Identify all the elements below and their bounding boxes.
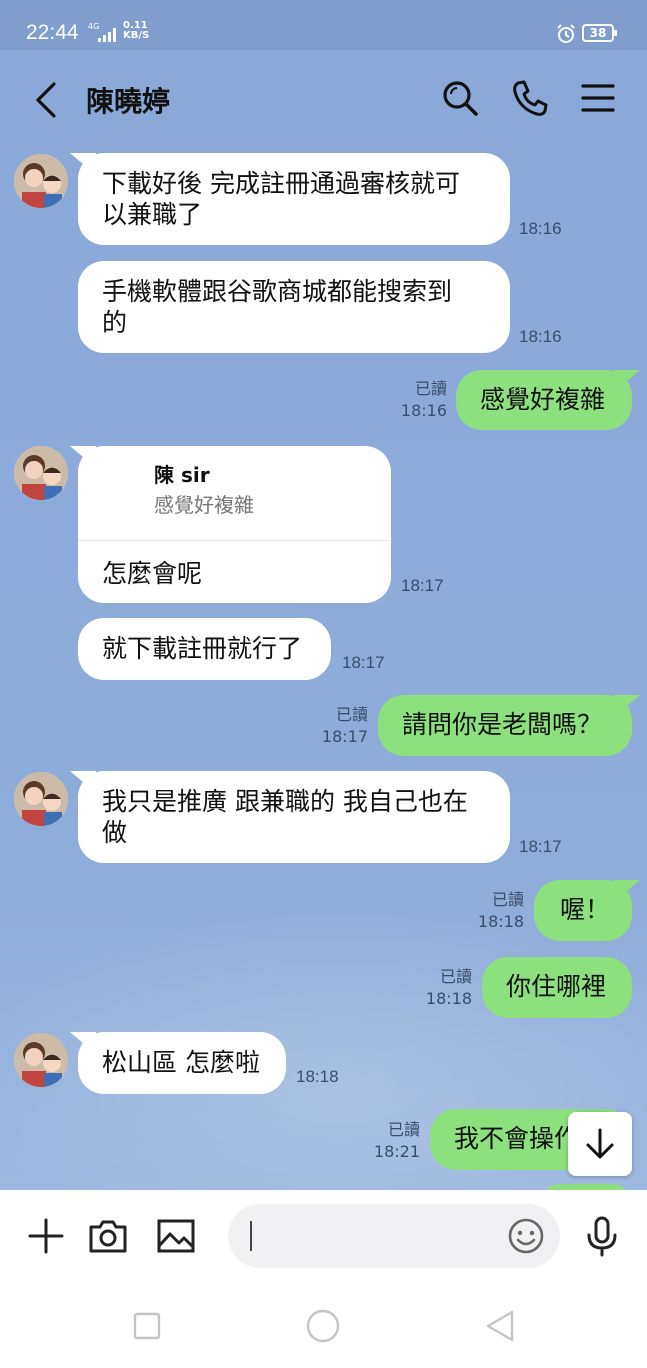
read-receipt: 已讀 18:21: [368, 1119, 420, 1163]
avatar[interactable]: [14, 772, 68, 826]
chat-title: 陳曉婷: [86, 85, 171, 118]
network-speed: 0.11 KB/S: [123, 21, 149, 41]
camera-icon[interactable]: [86, 1214, 130, 1258]
arrow-down-icon: [586, 1128, 614, 1159]
avatar[interactable]: [14, 446, 68, 500]
message-bubble-incoming[interactable]: 手機軟體跟谷歌商城都能搜索到 的: [78, 261, 510, 353]
avatar-photo: [14, 772, 68, 826]
avatar-photo: [14, 1033, 68, 1087]
chat-area[interactable]: 下載好後 完成註冊通過審核就可 以兼職了 18:16 手機軟體跟谷歌商城都能搜索…: [0, 148, 647, 1190]
message-time: 18:18: [425, 989, 472, 1008]
phone-icon[interactable]: [510, 78, 550, 118]
battery-indicator: 38: [582, 24, 617, 42]
message-time: 18:18: [296, 1067, 339, 1086]
status-time: 22:44: [26, 21, 79, 44]
scroll-to-bottom-button[interactable]: [568, 1112, 632, 1176]
system-navigation-bar: [0, 1282, 647, 1368]
quoted-message: 感覺好複雜: [154, 493, 254, 517]
emoji-icon[interactable]: [506, 1216, 546, 1256]
message-input-bar: [0, 1190, 647, 1282]
message-text: 感覺好複雜: [480, 385, 606, 414]
message-bubble-incoming[interactable]: 我只是推廣 跟兼職的 我自己也在 做: [78, 771, 510, 863]
avatar-photo: [14, 154, 68, 208]
message-time: 18:17: [401, 576, 444, 595]
text-cursor: [250, 1221, 252, 1251]
message-text: 你住哪裡: [506, 972, 607, 1001]
message-time: 18:16: [519, 219, 562, 238]
read-label: 已讀: [335, 705, 368, 724]
message-time: 18:18: [477, 912, 524, 931]
read-receipt: 已讀 18:18: [472, 889, 524, 933]
read-receipt: 已讀 18:18: [420, 966, 472, 1010]
message-text: 請問你是老闆嗎？: [402, 710, 603, 739]
message-time: 18:21: [373, 1142, 420, 1161]
read-receipt: 已讀 18:17: [316, 704, 368, 748]
message-time: 18:17: [519, 837, 562, 856]
read-label: 已讀: [414, 379, 447, 398]
message-text: 以兼職了: [102, 200, 203, 229]
read-label: 已讀: [387, 1120, 420, 1139]
message-text: 我只是推廣 跟兼職的 我自己也在: [102, 787, 468, 816]
message-bubble-incoming[interactable]: 就下載註冊就行了: [78, 618, 331, 680]
message-text: 手機軟體跟谷歌商城都能搜索到: [102, 277, 453, 306]
home-icon[interactable]: [303, 1306, 343, 1346]
message-text: 松山區 怎麼啦: [102, 1048, 260, 1077]
image-icon[interactable]: [154, 1214, 198, 1258]
avatar-photo: [14, 446, 68, 500]
search-icon[interactable]: [440, 78, 480, 118]
quoted-sender: 陳 sir: [154, 463, 210, 487]
message-time: 18:16: [400, 401, 447, 420]
message-text: 下載好後 完成註冊通過審核就可: [102, 169, 460, 198]
status-bar: 22:44 4G 0.11 KB/S 38: [0, 0, 647, 50]
message-text: 就下載註冊就行了: [102, 634, 303, 663]
microphone-icon[interactable]: [580, 1214, 624, 1258]
signal-icon: [98, 28, 116, 42]
read-receipt: 已讀 18:16: [395, 378, 447, 422]
read-label: 已讀: [439, 967, 472, 986]
message-time: 18:17: [342, 653, 385, 672]
message-text: 的: [102, 308, 128, 337]
message-bubble-outgoing[interactable]: 你住哪裡: [482, 957, 632, 1018]
message-bubble-outgoing[interactable]: 喔！: [534, 880, 632, 941]
back-icon[interactable]: [28, 80, 64, 120]
message-bubble-outgoing[interactable]: 感覺好複雜: [456, 370, 632, 430]
read-label: 已讀: [491, 890, 524, 909]
message-text: 我不會操作: [454, 1124, 580, 1153]
avatar[interactable]: [14, 1033, 68, 1087]
back-nav-icon[interactable]: [480, 1306, 520, 1346]
message-time: 18:17: [321, 727, 368, 746]
speed-unit: KB/S: [123, 30, 150, 41]
avatar[interactable]: [14, 154, 68, 208]
message-time: 18:16: [519, 327, 562, 346]
quote-divider: [78, 540, 391, 541]
message-bubble-reply[interactable]: 陳 sir 感覺好複雜 怎麼會呢: [78, 446, 391, 603]
message-bubble-incoming[interactable]: 松山區 怎麼啦: [78, 1032, 286, 1094]
plus-icon[interactable]: [24, 1214, 68, 1258]
menu-icon[interactable]: [578, 78, 618, 118]
recent-apps-icon[interactable]: [127, 1306, 167, 1346]
message-bubble-outgoing[interactable]: 請問你是老闆嗎？: [378, 695, 632, 756]
chat-header: 陳曉婷: [0, 50, 647, 148]
alarm-icon: [557, 24, 575, 43]
battery-level: 38: [589, 26, 607, 40]
message-text: 喔！: [560, 895, 611, 924]
message-text: 做: [102, 818, 128, 847]
message-bubble-incoming[interactable]: 下載好後 完成註冊通過審核就可 以兼職了: [78, 153, 510, 245]
message-text: 怎麼會呢: [102, 559, 203, 588]
